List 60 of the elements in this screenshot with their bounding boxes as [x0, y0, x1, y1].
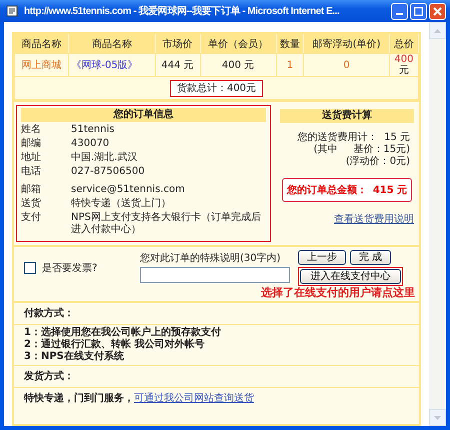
payment-method: 1：选择使用您在我公司帐户上的预存款支付 [24, 327, 222, 338]
field-value: 027-87506500 [71, 166, 146, 178]
remark-label: 您对此订单的特殊说明(30字内) [140, 253, 282, 265]
down-arrow-icon [434, 416, 441, 420]
payment-center-button[interactable]: 进入在线支付中心 [300, 269, 401, 284]
back-button[interactable]: 上一步 [298, 250, 346, 265]
remark-field[interactable] [140, 267, 290, 283]
maximize-button[interactable] [410, 2, 427, 20]
column-header: 邮寄浮动(单价) [304, 34, 390, 54]
table-cell: 444 元 [161, 60, 194, 70]
column-header: 市场价 [155, 34, 200, 54]
table-cell: 1 [286, 60, 294, 70]
payment-method: 3：NPS在线支付系统 [24, 351, 125, 363]
column-header: 单价（会员） [200, 34, 276, 54]
field-label: 邮编 [21, 138, 42, 150]
field-label: 邮箱 [21, 184, 42, 196]
field-label: 姓名 [21, 124, 42, 136]
field-value: service@51tennis.com [71, 184, 186, 196]
section-title: 付款方式： [14, 303, 419, 325]
field-label: 支付 [21, 212, 42, 225]
shipping-line: 您的送货费用计： 15 元 [298, 132, 410, 144]
close-icon [433, 6, 442, 16]
invoice-checkbox[interactable] [24, 262, 36, 274]
delivery-link[interactable]: 可通过我公司网站查询送货 [134, 393, 254, 404]
finish-button[interactable]: 完 成 [350, 250, 392, 265]
column-header: 商品名称 [14, 34, 69, 54]
section-title: 发货方式： [14, 366, 419, 388]
shipping-line: (浮动价：0元) [346, 156, 410, 168]
shipping-line: (其中 基价：15元) [314, 144, 410, 156]
panel-title: 送货费计算 [280, 109, 414, 123]
field-label: 送货 [21, 198, 42, 210]
column-header: 总价 [389, 34, 418, 54]
panel-title: 您的订单信息 [21, 108, 266, 122]
table-cell: 400 元 [222, 60, 254, 70]
minimize-button[interactable] [391, 2, 408, 20]
maximize-icon [414, 6, 423, 16]
close-button[interactable] [429, 2, 446, 20]
payment-hint: 选择了在线支付的用户请点这里 [261, 286, 415, 299]
column-header: 数量 [276, 34, 304, 54]
up-arrow-icon [434, 28, 441, 32]
minimize-icon [396, 13, 403, 15]
field-value: NPS网上支付支持各大银行卡（订单完成后进入付款中心） [71, 212, 262, 236]
delivery-text: 特快专递，门到门服务， [24, 393, 134, 404]
field-value: 51tennis [71, 124, 116, 136]
order-total: 您的订单总金额： 415 元 [282, 178, 412, 202]
payment-method: 2：通过银行汇款、转帐 我公司对外帐号 [24, 339, 206, 350]
field-label: 电话 [21, 166, 42, 178]
page-icon [6, 5, 18, 17]
column-header: 商品名称 [68, 34, 155, 54]
window-title: http://www.51tennis.com - 我爱网球网--我要下订单 - Microsoft Internet E... [24, 4, 340, 18]
field-value: 特快专递（送货上门） [71, 198, 172, 210]
table-cell: 400 元 [394, 54, 414, 76]
field-value: 中国.湖北.武汉 [71, 152, 138, 164]
shipping-fee-link[interactable]: 查看送货费用说明 [280, 212, 414, 226]
table-cell: 网上商城 [22, 60, 62, 70]
invoice-label: 是否要发票? [42, 262, 98, 275]
table-cell: 0 [343, 60, 350, 70]
field-label: 地址 [21, 152, 42, 164]
subtotal: 货款总计：400元 [170, 80, 264, 96]
field-value: 430070 [71, 138, 110, 150]
